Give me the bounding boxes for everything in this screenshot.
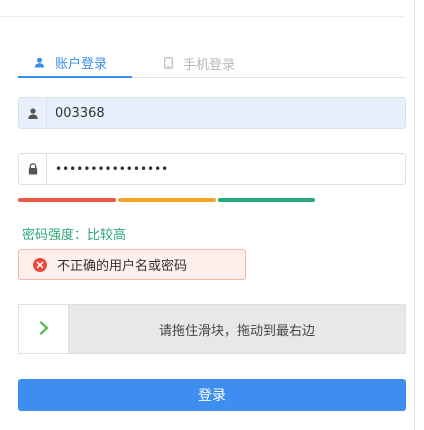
username-input[interactable] [47,98,405,128]
login-tabs: 账户登录 手机登录 [18,48,406,78]
password-input[interactable] [47,154,405,184]
tab-account-label: 账户登录 [55,56,108,72]
username-field [18,97,406,129]
right-divider [414,0,415,430]
chevron-right-icon [39,320,49,339]
password-field [18,153,406,185]
strength-bar-medium [118,198,216,202]
tab-account-login[interactable]: 账户登录 [18,48,132,78]
user-icon [19,98,47,128]
error-circle-icon [33,257,47,272]
slider-hint-text: 请拖住滑块，拖动到最右边 [158,323,315,339]
tab-phone-login[interactable]: 手机登录 [164,48,274,78]
strength-bar-strong [218,198,315,202]
password-strength-text: 密码强度：比较高 [22,228,127,243]
top-divider [0,16,404,17]
login-button[interactable]: 登录 [18,379,406,411]
login-page: 账户登录 手机登录 密码强度：比较高 不正确的用户名或密码 [0,0,424,430]
lock-icon [19,154,47,184]
mobile-phone-icon [164,57,173,69]
slider-handle[interactable] [19,305,69,353]
error-message-text: 不正确的用户名或密码 [57,259,188,274]
error-message-box: 不正确的用户名或密码 [18,249,246,280]
user-icon [34,57,45,68]
strength-bar-weak [18,198,116,202]
slide-captcha: 请拖住滑块，拖动到最右边 [18,304,406,354]
tab-phone-label: 手机登录 [183,57,236,73]
